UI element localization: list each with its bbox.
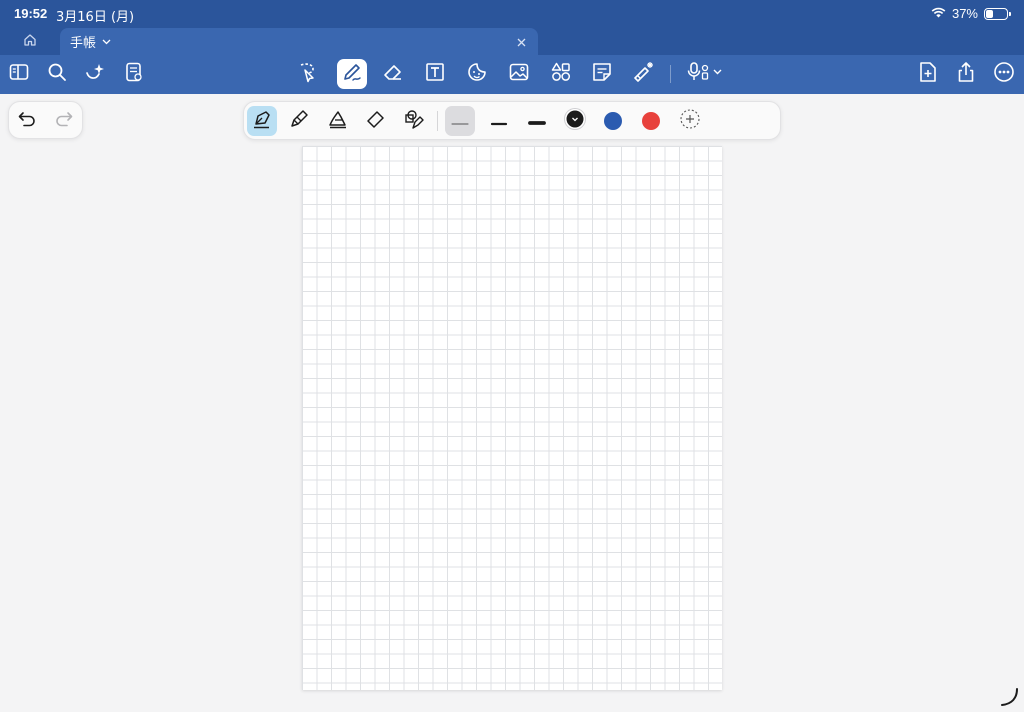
fountain-pen-button[interactable]: [247, 106, 277, 136]
microphone-button[interactable]: [684, 59, 726, 89]
brush-pen-button[interactable]: [323, 106, 353, 136]
pen-panel-separator: [437, 111, 438, 131]
add-page-button[interactable]: [913, 59, 943, 89]
sticker-tool-button[interactable]: [462, 59, 492, 89]
status-time: 19:52: [14, 6, 48, 21]
laser-pointer-tool-button[interactable]: [629, 59, 659, 89]
search-icon: [47, 62, 67, 86]
highlighter-button[interactable]: [361, 106, 391, 136]
color-blue-swatch: [604, 112, 622, 130]
main-toolbar: [0, 55, 1024, 94]
add-color-icon: [679, 108, 701, 134]
redo-icon: [54, 110, 74, 132]
wifi-icon: [931, 6, 946, 21]
share-icon: [956, 61, 976, 87]
textbox-icon: [424, 61, 446, 87]
battery-icon: [984, 7, 1011, 20]
notebook-button[interactable]: [119, 59, 149, 89]
eraser-tool-button[interactable]: [378, 59, 408, 89]
image-icon: [508, 61, 530, 87]
color-black-button[interactable]: [560, 106, 590, 136]
undo-button[interactable]: [14, 108, 40, 134]
add-page-icon: [918, 61, 938, 87]
status-bar: 19:52 3月16日 (月) 37%: [0, 0, 1024, 26]
grid-page[interactable]: [302, 146, 722, 690]
brush-pen-icon: [327, 108, 349, 134]
shapes-icon: [550, 61, 572, 87]
app-header: 19:52 3月16日 (月) 37% 手帳: [0, 0, 1024, 94]
highlighter-icon: [365, 108, 387, 134]
microphone-icon: [686, 61, 724, 87]
laser-pointer-icon: [632, 60, 656, 88]
color-red-swatch: [642, 112, 660, 130]
more-options-button[interactable]: [989, 59, 1019, 89]
sticker-icon: [466, 61, 488, 87]
document-tab-title: 手帳: [70, 36, 97, 51]
status-date: 3月16日 (月): [56, 10, 135, 25]
notebook-icon: [125, 62, 143, 86]
pen-tool-button[interactable]: [337, 59, 367, 89]
fountain-pen-icon: [251, 108, 273, 134]
document-tab[interactable]: 手帳: [60, 28, 538, 55]
lasso-icon: [296, 61, 318, 87]
thin-width-button[interactable]: [445, 106, 475, 136]
add-color-button[interactable]: [675, 106, 705, 136]
more-icon: [993, 61, 1015, 87]
undo-icon: [17, 110, 37, 132]
pen-options-panel: [243, 101, 781, 140]
sticky-note-tool-button[interactable]: [587, 59, 617, 89]
thin-line-icon: [450, 112, 470, 131]
ballpoint-pen-button[interactable]: [284, 106, 314, 136]
medium-line-icon: [489, 112, 509, 131]
textbox-tool-button[interactable]: [420, 59, 450, 89]
shapes-tool-button[interactable]: [546, 59, 576, 89]
shape-pen-icon: [403, 108, 425, 134]
resize-handle-icon[interactable]: [998, 686, 1020, 708]
sidebar-button[interactable]: [4, 59, 34, 89]
sticky-note-icon: [591, 61, 613, 87]
redo-button[interactable]: [51, 108, 77, 134]
ballpoint-pen-icon: [288, 108, 310, 134]
sidebar-icon: [9, 63, 29, 85]
search-button[interactable]: [42, 59, 72, 89]
color-black-swatch: [563, 107, 587, 135]
thick-line-icon: [527, 112, 547, 131]
close-icon[interactable]: [514, 35, 528, 49]
color-red-button[interactable]: [636, 106, 666, 136]
home-tab[interactable]: [10, 28, 50, 55]
toolbar-separator: [670, 65, 671, 83]
shape-pen-button[interactable]: [399, 106, 429, 136]
ai-assist-button[interactable]: [80, 59, 110, 89]
status-indicators: 37%: [931, 6, 1011, 21]
battery-percentage: 37%: [951, 6, 978, 21]
share-button[interactable]: [951, 59, 981, 89]
lasso-tool-button[interactable]: [292, 59, 322, 89]
tab-bar: 手帳: [0, 28, 1024, 55]
eraser-icon: [382, 61, 404, 87]
home-icon: [23, 32, 37, 51]
medium-width-button[interactable]: [484, 106, 514, 136]
sparkle-icon: [84, 62, 106, 86]
pen-icon: [341, 61, 363, 87]
thick-width-button[interactable]: [522, 106, 552, 136]
color-blue-button[interactable]: [598, 106, 628, 136]
undo-redo-panel: [8, 101, 83, 139]
chevron-down-icon[interactable]: [102, 39, 111, 45]
image-tool-button[interactable]: [504, 59, 534, 89]
battery-level: [986, 9, 994, 18]
